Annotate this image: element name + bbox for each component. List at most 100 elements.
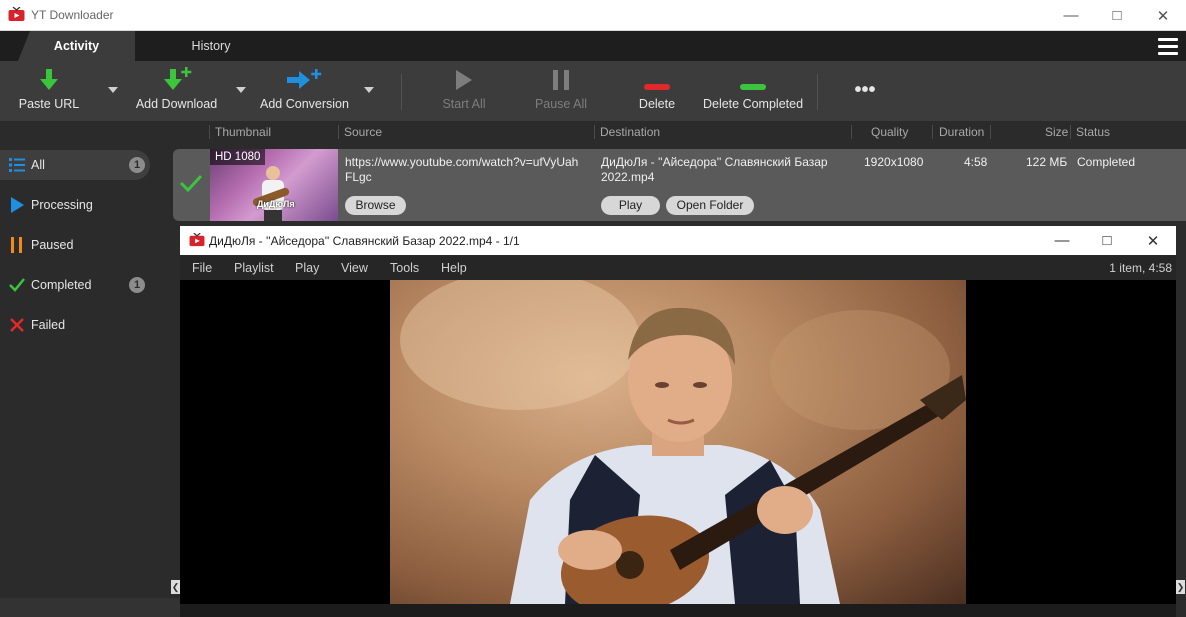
sidebar-item-paused[interactable]: Paused	[0, 230, 150, 260]
col-duration[interactable]: Duration	[939, 125, 984, 139]
start-all-button[interactable]: Start All	[438, 61, 490, 121]
add-download-label: Add Download	[135, 97, 218, 111]
player-title: ДиДюЛя - ''Айседора'' Славянский Базар 2…	[209, 234, 520, 248]
col-destination[interactable]: Destination	[600, 125, 660, 139]
more-options-icon[interactable]: •••	[843, 61, 887, 121]
app-window: YT Downloader — □ ✕ Activity History Pas…	[0, 0, 1186, 617]
sidebar-item-all[interactable]: All 1	[0, 150, 150, 180]
player-logo-icon	[189, 233, 205, 247]
delete-completed-button[interactable]: Delete Completed	[702, 61, 804, 121]
download-arrow-icon	[40, 69, 58, 90]
menu-file[interactable]: File	[192, 261, 212, 275]
media-player-window: ДиДюЛя - ''Айседора'' Славянский Базар 2…	[180, 226, 1176, 617]
duration-value: 4:58	[964, 155, 988, 169]
video-frame[interactable]	[390, 280, 966, 604]
delete-button[interactable]: Delete	[633, 61, 681, 121]
hamburger-menu-icon[interactable]	[1158, 38, 1178, 55]
sidebar-item-label: Failed	[31, 318, 66, 332]
sidebar-item-label: All	[31, 158, 45, 172]
menu-playlist[interactable]: Playlist	[234, 261, 274, 275]
col-source[interactable]: Source	[344, 125, 382, 139]
column-divider	[594, 125, 595, 139]
delete-completed-label: Delete Completed	[702, 97, 804, 111]
menu-tools[interactable]: Tools	[390, 261, 419, 275]
delete-icon	[644, 84, 670, 90]
tab-history[interactable]: History	[148, 31, 274, 61]
player-title-bar: ДиДюЛя - ''Айседора'' Славянский Базар 2…	[180, 226, 1176, 255]
add-download-icon	[163, 67, 191, 90]
column-divider	[990, 125, 991, 139]
open-folder-button[interactable]: Open Folder	[666, 196, 754, 215]
download-row[interactable]: HD 1080 ДиДюЛя https://www.youtube.com/w…	[173, 149, 1186, 221]
completed-check-icon	[179, 174, 203, 193]
col-size[interactable]: Size	[1045, 125, 1068, 139]
source-url-line: https://www.youtube.com/watch?v=ufVyUah	[345, 155, 579, 169]
quality-value: 1920x1080	[864, 155, 924, 169]
add-conversion-label: Add Conversion	[260, 97, 349, 111]
paste-url-label: Paste URL	[18, 97, 80, 111]
player-maximize-button[interactable]: □	[1084, 226, 1130, 255]
col-thumbnail[interactable]: Thumbnail	[215, 125, 271, 139]
column-divider	[851, 125, 852, 139]
play-icon	[11, 197, 24, 213]
play-button[interactable]: Play	[601, 196, 660, 215]
count-badge: 1	[129, 277, 145, 293]
col-status[interactable]: Status	[1076, 125, 1110, 139]
sidebar-item-completed[interactable]: Completed 1	[0, 270, 150, 300]
add-download-button[interactable]: Add Download	[134, 61, 219, 121]
destination-line: 2022.mp4	[601, 170, 655, 184]
check-icon	[9, 278, 25, 292]
status-value: Completed	[1077, 155, 1136, 169]
browse-button[interactable]: Browse	[345, 196, 406, 215]
sidebar: All 1 Processing Paused Completed 1 Fail…	[0, 143, 172, 617]
sidebar-item-label: Processing	[31, 198, 93, 212]
column-header: Thumbnail Source Destination Quality Dur…	[0, 121, 1186, 143]
size-value: 122 МБ	[1026, 155, 1068, 169]
column-divider	[338, 125, 339, 139]
cross-icon	[10, 318, 24, 332]
toolbar-separator	[401, 74, 402, 110]
maximize-button[interactable]: □	[1094, 0, 1140, 31]
tab-activity[interactable]: Activity	[18, 31, 135, 61]
app-logo-icon	[8, 7, 25, 21]
toolbar-separator	[817, 74, 818, 110]
pause-all-button[interactable]: Pause All	[533, 61, 589, 121]
thumbnail-performer-image	[252, 166, 290, 221]
player-minimize-button[interactable]: —	[1039, 226, 1085, 255]
add-download-dropdown-icon[interactable]	[236, 87, 246, 93]
paste-url-button[interactable]: Paste URL	[18, 61, 80, 121]
menu-help[interactable]: Help	[441, 261, 467, 275]
sidebar-item-label: Paused	[31, 238, 74, 252]
minimize-button[interactable]: —	[1048, 0, 1094, 31]
menu-view[interactable]: View	[341, 261, 368, 275]
close-button[interactable]: ✕	[1140, 0, 1186, 31]
play-icon	[456, 70, 472, 90]
destination-line: ДиДюЛя - ''Айседора'' Славянский Базар	[601, 155, 828, 169]
add-conversion-icon	[286, 69, 321, 89]
source-url[interactable]: https://www.youtube.com/watch?v=ufVyUah …	[345, 155, 578, 185]
column-divider	[209, 125, 210, 139]
destination-file: ДиДюЛя - ''Айседора'' Славянский Базар 2…	[601, 155, 828, 185]
list-icon	[9, 158, 25, 172]
player-menu-bar: File Playlist Play View Tools Help 1 ite…	[180, 255, 1176, 280]
player-close-button[interactable]: ✕	[1130, 226, 1176, 255]
col-quality[interactable]: Quality	[871, 125, 908, 139]
app-title: YT Downloader	[31, 8, 114, 22]
add-conversion-button[interactable]: Add Conversion	[259, 61, 350, 121]
add-conversion-dropdown-icon[interactable]	[364, 87, 374, 93]
video-thumbnail[interactable]: HD 1080 ДиДюЛя	[210, 149, 338, 221]
quality-badge: HD 1080	[210, 149, 266, 165]
menu-play[interactable]: Play	[295, 261, 319, 275]
sidebar-item-failed[interactable]: Failed	[0, 310, 150, 340]
pause-all-label: Pause All	[534, 97, 588, 111]
paste-url-dropdown-icon[interactable]	[108, 87, 118, 93]
sidebar-item-processing[interactable]: Processing	[0, 190, 150, 220]
delete-label: Delete	[638, 97, 676, 111]
start-all-label: Start All	[442, 97, 486, 111]
guitarist-video-image	[400, 280, 966, 604]
scroll-right-icon[interactable]: ❯	[1176, 580, 1185, 594]
sidebar-item-label: Completed	[31, 278, 92, 292]
column-divider	[932, 125, 933, 139]
scroll-left-icon[interactable]: ❮	[171, 580, 180, 594]
toolbar: Paste URL Add Download Add Conversion St…	[0, 61, 1186, 121]
